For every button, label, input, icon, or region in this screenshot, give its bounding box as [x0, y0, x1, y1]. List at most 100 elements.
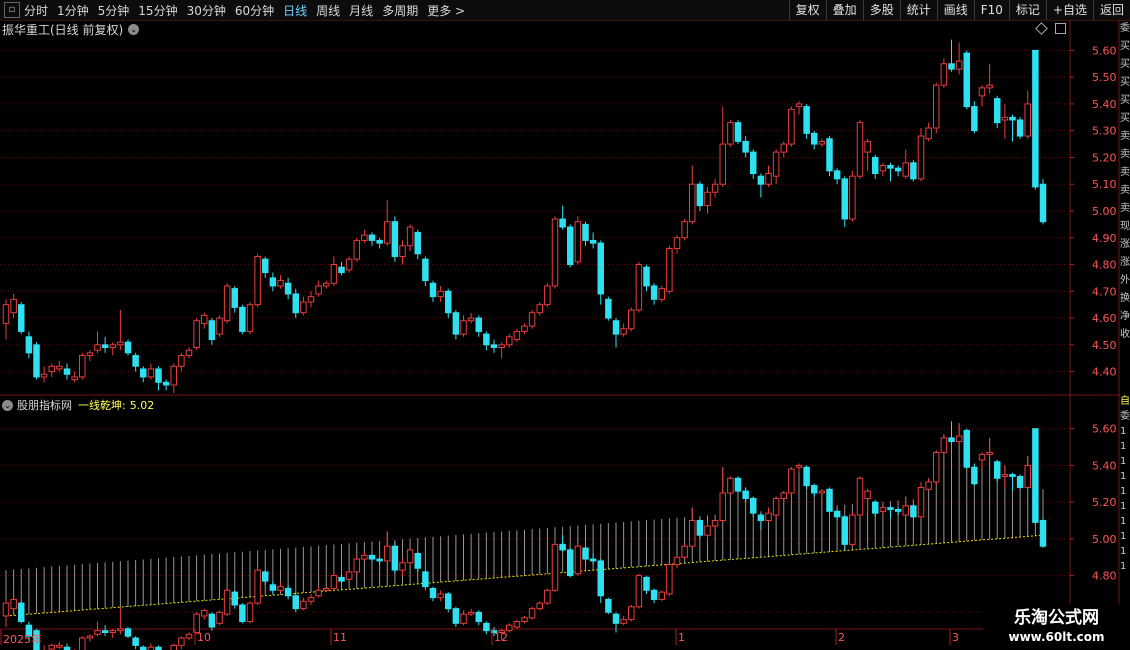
indicator-candle — [772, 497, 780, 516]
main-candle — [490, 344, 498, 348]
indicator-candle — [750, 497, 757, 514]
indicator-candle — [467, 611, 475, 615]
main-candle — [124, 341, 132, 354]
main-candle — [994, 98, 1001, 124]
toolbar-button[interactable]: 画线 — [936, 0, 974, 20]
indicator-candle — [94, 630, 101, 635]
indicator-candle — [117, 628, 124, 632]
main-candle — [71, 376, 78, 381]
main-candle — [467, 317, 475, 322]
main-candle — [109, 344, 116, 348]
main-candle — [620, 328, 627, 335]
main-candle — [780, 143, 787, 153]
y-tick-label: 5.60 — [1092, 44, 1117, 57]
watermark-url: www.60lt.com — [1008, 630, 1105, 644]
main-candle — [1001, 116, 1009, 121]
period-tab[interactable]: 30分钟 — [187, 2, 226, 19]
toolbar-button[interactable]: 复权 — [788, 0, 826, 20]
chevron-down-icon[interactable]: ⌄ — [128, 23, 140, 35]
indicator-candle — [528, 608, 536, 619]
main-candle — [170, 365, 177, 386]
toolbar-button[interactable]: +自选 — [1045, 0, 1093, 20]
x-axis-label: 12 — [494, 631, 508, 644]
support-line — [5, 534, 1044, 617]
main-candle — [48, 365, 55, 373]
main-candle — [2, 304, 10, 324]
period-tab[interactable]: 更多 > — [427, 2, 465, 19]
y-tick-label: 5.00 — [1092, 533, 1117, 546]
diamond-icon[interactable] — [1035, 22, 1048, 35]
indicator-candle — [460, 613, 467, 624]
main-candle — [795, 103, 803, 108]
y-tick-label: 5.40 — [1092, 98, 1117, 111]
main-candle — [803, 106, 810, 134]
main-candle — [33, 344, 40, 378]
toolbar-button[interactable]: 统计 — [899, 0, 937, 20]
indicator-candle — [307, 597, 315, 602]
indicator-candle — [574, 545, 582, 575]
indicator-candle — [506, 624, 513, 632]
indicator-candle — [361, 554, 368, 560]
toolbar-button[interactable]: 叠加 — [825, 0, 863, 20]
indicator-candle — [338, 576, 345, 582]
main-candle — [254, 255, 261, 306]
main-candle — [201, 314, 208, 324]
indicator-candle — [765, 512, 772, 521]
indicator-candle — [620, 619, 627, 624]
period-tab[interactable]: 月线 — [349, 2, 373, 19]
period-tab[interactable]: 1分钟 — [57, 2, 89, 19]
toolbar-button[interactable]: F10 — [973, 0, 1009, 20]
main-candle — [56, 365, 63, 370]
indicator-line-name: 一线乾坤: — [78, 399, 126, 412]
main-candle — [246, 304, 254, 332]
indicator-candle — [559, 543, 566, 551]
chevron-down-icon[interactable]: ⌄ — [2, 399, 13, 411]
indicator-candle — [917, 486, 925, 518]
indicator-name[interactable]: 股朋指标网 — [17, 397, 72, 413]
main-candle — [1032, 49, 1039, 188]
period-tab[interactable]: 周线 — [316, 2, 340, 19]
main-candle — [704, 191, 711, 207]
main-candle — [117, 341, 124, 346]
indicator-candle — [269, 584, 277, 591]
indicator-candle — [109, 630, 116, 634]
main-candle — [818, 140, 826, 145]
period-tab[interactable]: 15分钟 — [138, 2, 177, 19]
indicator-candle — [18, 602, 25, 622]
main-candle — [856, 122, 864, 177]
indicator-candle — [589, 558, 597, 562]
indicator-candle — [727, 477, 734, 494]
main-candle — [948, 63, 955, 70]
kline-chart[interactable]: 5.60 5.50 5.40 5.30 5.20 5.10 5.00 4.90 4.80 4.70… — [0, 0, 1130, 650]
main-candle — [101, 344, 109, 348]
period-tab[interactable]: 5分钟 — [98, 2, 130, 19]
indicator-candle — [223, 589, 231, 615]
period-tab[interactable]: 日线 — [283, 2, 307, 19]
period-tab[interactable]: 分时 — [24, 2, 48, 19]
main-candle — [429, 282, 437, 298]
toolbar-button[interactable]: 多股 — [862, 0, 900, 20]
toolbar-button[interactable]: 标记 — [1008, 0, 1046, 20]
indicator-candle — [544, 589, 551, 604]
indicator-candle — [2, 602, 10, 617]
menu-toggle-icon[interactable]: ▫ — [4, 2, 20, 18]
indicator-candle — [841, 516, 848, 545]
indicator-candle — [353, 558, 360, 573]
maximize-icon[interactable] — [1055, 23, 1066, 34]
indicator-candle — [902, 505, 909, 516]
main-candle — [940, 63, 948, 86]
indicator-candle — [925, 481, 932, 490]
period-tab[interactable]: 多周期 — [382, 2, 418, 19]
period-tab[interactable]: 60分钟 — [235, 2, 274, 19]
main-candle — [650, 285, 658, 300]
toolbar-button[interactable]: 返回 — [1092, 0, 1130, 20]
main-candle — [971, 106, 978, 132]
y-tick-label: 5.40 — [1092, 459, 1117, 472]
indicator-candle — [833, 510, 841, 518]
indicator-candle — [864, 490, 871, 499]
main-candle — [292, 293, 299, 314]
watermark-title: 乐淘公式网 — [1014, 608, 1099, 628]
indicator-candle — [650, 589, 658, 600]
indicator-header: ⌄ 股朋指标网 一线乾坤: 5.02 — [2, 397, 154, 413]
main-candle — [384, 221, 391, 244]
